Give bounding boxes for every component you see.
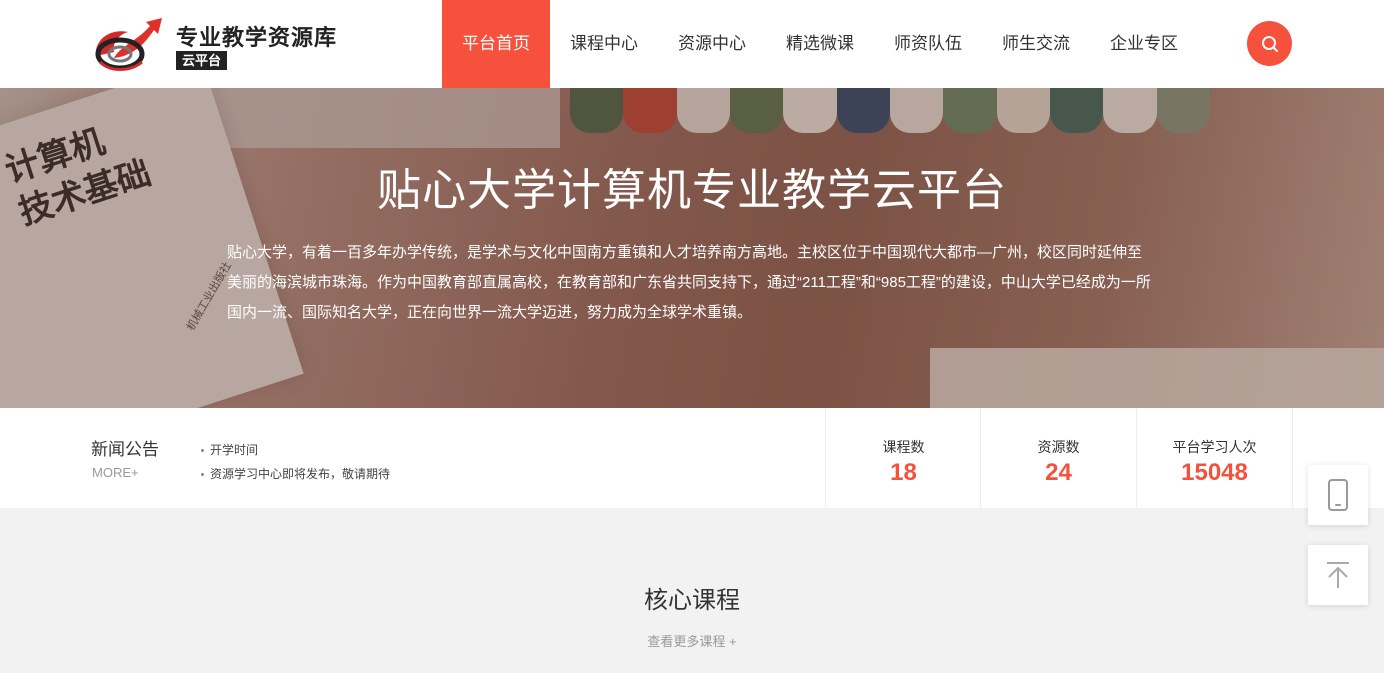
- news-title: 新闻公告: [91, 440, 159, 459]
- search-icon: [1261, 35, 1278, 52]
- hero-banner: 计算机 技术基础 机械工业出版社 贴心大学计算机专业教学云平台 贴心大学，有着一…: [0, 88, 1384, 408]
- nav-item-microlessons[interactable]: 精选微课: [766, 0, 874, 88]
- stat-courses: 课程数 18: [825, 408, 981, 508]
- stat-learners: 平台学习人次 15048: [1136, 408, 1293, 508]
- banner-title: 贴心大学计算机专业教学云平台: [377, 166, 1007, 215]
- nav-item-exchange[interactable]: 师生交流: [982, 0, 1090, 88]
- nav-item-courses[interactable]: 课程中心: [550, 0, 658, 88]
- stat-label: 资源数: [1037, 439, 1080, 455]
- info-bar: 新闻公告 MORE+ 开学时间 资源学习中心即将发布，敬请期待 课程数 18 资…: [0, 408, 1384, 508]
- search-button[interactable]: [1247, 21, 1292, 66]
- stat-label: 课程数: [882, 439, 925, 455]
- stat-resources: 资源数 24: [980, 408, 1136, 508]
- mobile-phone-icon: [1328, 479, 1348, 511]
- mobile-app-button[interactable]: [1308, 465, 1368, 525]
- news-item[interactable]: 开学时间: [200, 438, 390, 462]
- logo-icon[interactable]: [90, 12, 168, 74]
- nav-item-home[interactable]: 平台首页: [442, 0, 550, 88]
- site-header: 专业教学资源库 云平台 平台首页 课程中心 资源中心 精选微课 师资队伍 师生交…: [0, 0, 1384, 88]
- nav-item-resources[interactable]: 资源中心: [658, 0, 766, 88]
- banner-description: 贴心大学，有着一百多年办学传统，是学术与文化中国南方重镇和人才培养南方高地。主校…: [227, 244, 1151, 321]
- logo-title: 专业教学资源库: [176, 25, 338, 51]
- back-to-top-button[interactable]: [1308, 545, 1368, 605]
- core-courses-more-link[interactable]: 查看更多课程 +: [0, 631, 1384, 650]
- news-list: 开学时间 资源学习中心即将发布，敬请期待: [200, 438, 390, 486]
- stat-value: 18: [890, 459, 917, 486]
- logo-badge: 云平台: [176, 51, 228, 70]
- news-more-link[interactable]: MORE+: [92, 465, 139, 480]
- main-nav: 平台首页 课程中心 资源中心 精选微课 师资队伍 师生交流 企业专区: [442, 0, 1198, 88]
- stat-value: 24: [1045, 459, 1072, 486]
- arrow-up-icon: [1327, 562, 1349, 588]
- nav-item-faculty[interactable]: 师资队伍: [874, 0, 982, 88]
- stat-value: 15048: [1181, 459, 1248, 486]
- news-item[interactable]: 资源学习中心即将发布，敬请期待: [200, 462, 390, 486]
- nav-item-enterprise[interactable]: 企业专区: [1090, 0, 1198, 88]
- stat-label: 平台学习人次: [1172, 439, 1257, 455]
- core-courses-title: 核心课程: [644, 587, 740, 614]
